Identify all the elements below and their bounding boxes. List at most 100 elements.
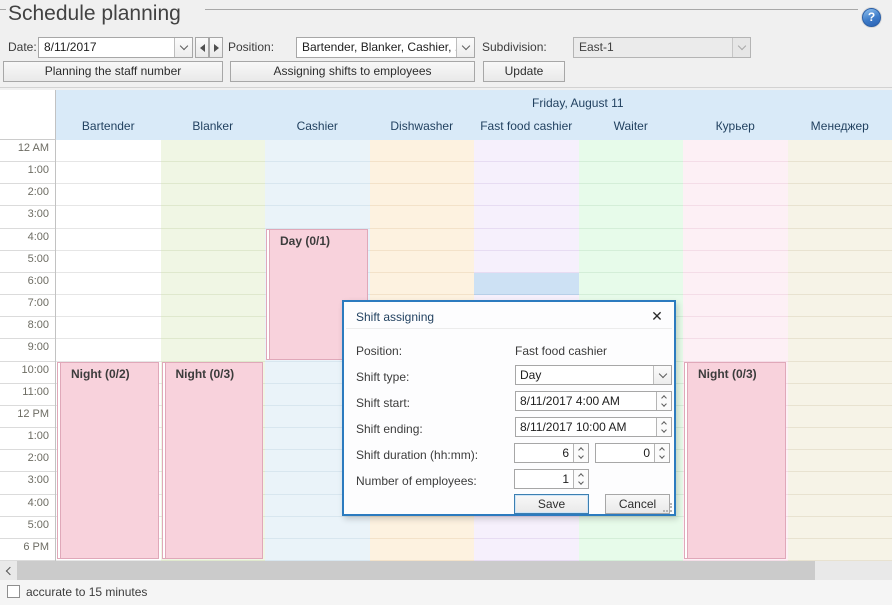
shift-start-input[interactable]: 8/11/2017 4:00 AM <box>515 391 672 411</box>
shift-block[interactable]: Night (0/2) <box>57 362 159 559</box>
schedule-cell[interactable] <box>683 273 788 295</box>
schedule-cell[interactable] <box>788 317 892 339</box>
schedule-cell[interactable] <box>683 317 788 339</box>
shift-block[interactable]: Night (0/3) <box>162 362 264 559</box>
schedule-cell[interactable] <box>370 539 475 561</box>
schedule-cell[interactable] <box>788 273 892 295</box>
schedule-cell[interactable] <box>788 339 892 361</box>
save-button[interactable]: Save <box>514 494 589 514</box>
schedule-cell[interactable] <box>788 406 892 428</box>
schedule-cell[interactable] <box>683 162 788 184</box>
schedule-cell[interactable] <box>579 229 684 251</box>
schedule-cell[interactable] <box>788 140 892 162</box>
schedule-cell[interactable] <box>683 295 788 317</box>
schedule-cell[interactable] <box>56 339 161 361</box>
shift-start-spinner[interactable] <box>656 392 671 410</box>
scroll-left-button[interactable] <box>0 561 17 580</box>
schedule-cell[interactable] <box>683 140 788 162</box>
schedule-cell[interactable] <box>474 184 579 206</box>
duration-minutes-spinner[interactable] <box>654 444 669 462</box>
schedule-cell[interactable] <box>265 206 370 228</box>
schedule-cell[interactable] <box>265 517 370 539</box>
schedule-cell[interactable] <box>370 162 475 184</box>
schedule-cell[interactable] <box>579 206 684 228</box>
schedule-cell[interactable] <box>265 184 370 206</box>
assigning-shifts-button[interactable]: Assigning shifts to employees <box>230 61 475 82</box>
schedule-cell[interactable] <box>370 206 475 228</box>
schedule-cell[interactable] <box>579 517 684 539</box>
schedule-cell[interactable] <box>579 140 684 162</box>
schedule-cell[interactable] <box>788 472 892 494</box>
schedule-cell[interactable] <box>579 184 684 206</box>
schedule-cell[interactable] <box>161 206 266 228</box>
schedule-cell[interactable] <box>579 162 684 184</box>
cancel-button[interactable]: Cancel <box>605 494 670 514</box>
close-icon[interactable]: ✕ <box>648 307 666 325</box>
schedule-cell[interactable] <box>161 162 266 184</box>
schedule-cell[interactable] <box>683 339 788 361</box>
schedule-cell[interactable] <box>370 184 475 206</box>
schedule-cell[interactable] <box>788 251 892 273</box>
schedule-cell[interactable] <box>161 229 266 251</box>
planning-staff-button[interactable]: Planning the staff number <box>3 61 223 82</box>
schedule-cell[interactable] <box>579 251 684 273</box>
schedule-cell[interactable] <box>788 450 892 472</box>
employees-input[interactable]: 1 <box>514 469 589 489</box>
position-dropdown-button[interactable] <box>456 38 474 57</box>
schedule-cell[interactable] <box>370 251 475 273</box>
schedule-cell[interactable] <box>788 517 892 539</box>
shift-type-dropdown-button[interactable] <box>653 366 671 384</box>
schedule-cell[interactable] <box>683 251 788 273</box>
schedule-cell[interactable] <box>265 140 370 162</box>
schedule-cell[interactable] <box>56 162 161 184</box>
schedule-cell[interactable] <box>474 162 579 184</box>
schedule-cell[interactable] <box>788 162 892 184</box>
schedule-cell[interactable] <box>370 273 475 295</box>
schedule-cell[interactable] <box>474 140 579 162</box>
schedule-cell[interactable] <box>474 517 579 539</box>
schedule-cell[interactable] <box>56 295 161 317</box>
help-icon[interactable]: ? <box>862 8 881 27</box>
update-button[interactable]: Update <box>483 61 565 82</box>
schedule-cell[interactable] <box>788 539 892 561</box>
schedule-cell[interactable] <box>265 539 370 561</box>
schedule-cell[interactable] <box>683 184 788 206</box>
date-dropdown-button[interactable] <box>174 38 192 57</box>
date-next-button[interactable] <box>209 37 223 58</box>
schedule-cell[interactable] <box>56 140 161 162</box>
schedule-cell[interactable] <box>56 317 161 339</box>
schedule-cell[interactable] <box>161 184 266 206</box>
shift-type-select[interactable]: Day <box>515 365 672 385</box>
shift-block[interactable]: Night (0/3) <box>684 362 786 559</box>
schedule-cell[interactable] <box>56 206 161 228</box>
schedule-cell[interactable] <box>370 517 475 539</box>
shift-ending-input[interactable]: 8/11/2017 10:00 AM <box>515 417 672 437</box>
duration-hours-spinner[interactable] <box>573 444 588 462</box>
schedule-cell[interactable] <box>56 251 161 273</box>
schedule-cell[interactable] <box>161 251 266 273</box>
schedule-cell[interactable] <box>161 317 266 339</box>
employees-spinner[interactable] <box>573 470 588 488</box>
selected-cell[interactable] <box>474 273 579 295</box>
duration-minutes-input[interactable]: 0 <box>595 443 670 463</box>
schedule-cell[interactable] <box>788 384 892 406</box>
schedule-cell[interactable] <box>474 206 579 228</box>
duration-hours-input[interactable]: 6 <box>514 443 589 463</box>
schedule-cell[interactable] <box>788 295 892 317</box>
schedule-cell[interactable] <box>161 339 266 361</box>
schedule-cell[interactable] <box>370 229 475 251</box>
schedule-cell[interactable] <box>474 539 579 561</box>
accuracy-checkbox[interactable] <box>7 585 20 598</box>
schedule-cell[interactable] <box>56 273 161 295</box>
date-prev-button[interactable] <box>195 37 209 58</box>
schedule-cell[interactable] <box>788 428 892 450</box>
schedule-cell[interactable] <box>579 273 684 295</box>
schedule-cell[interactable] <box>788 206 892 228</box>
schedule-cell[interactable] <box>161 140 266 162</box>
schedule-cell[interactable] <box>788 362 892 384</box>
schedule-cell[interactable] <box>788 495 892 517</box>
schedule-cell[interactable] <box>683 206 788 228</box>
horizontal-scrollbar[interactable] <box>0 561 892 580</box>
position-select[interactable]: Bartender, Blanker, Cashier, ... <box>296 37 475 58</box>
resize-grip-icon[interactable] <box>663 503 672 512</box>
